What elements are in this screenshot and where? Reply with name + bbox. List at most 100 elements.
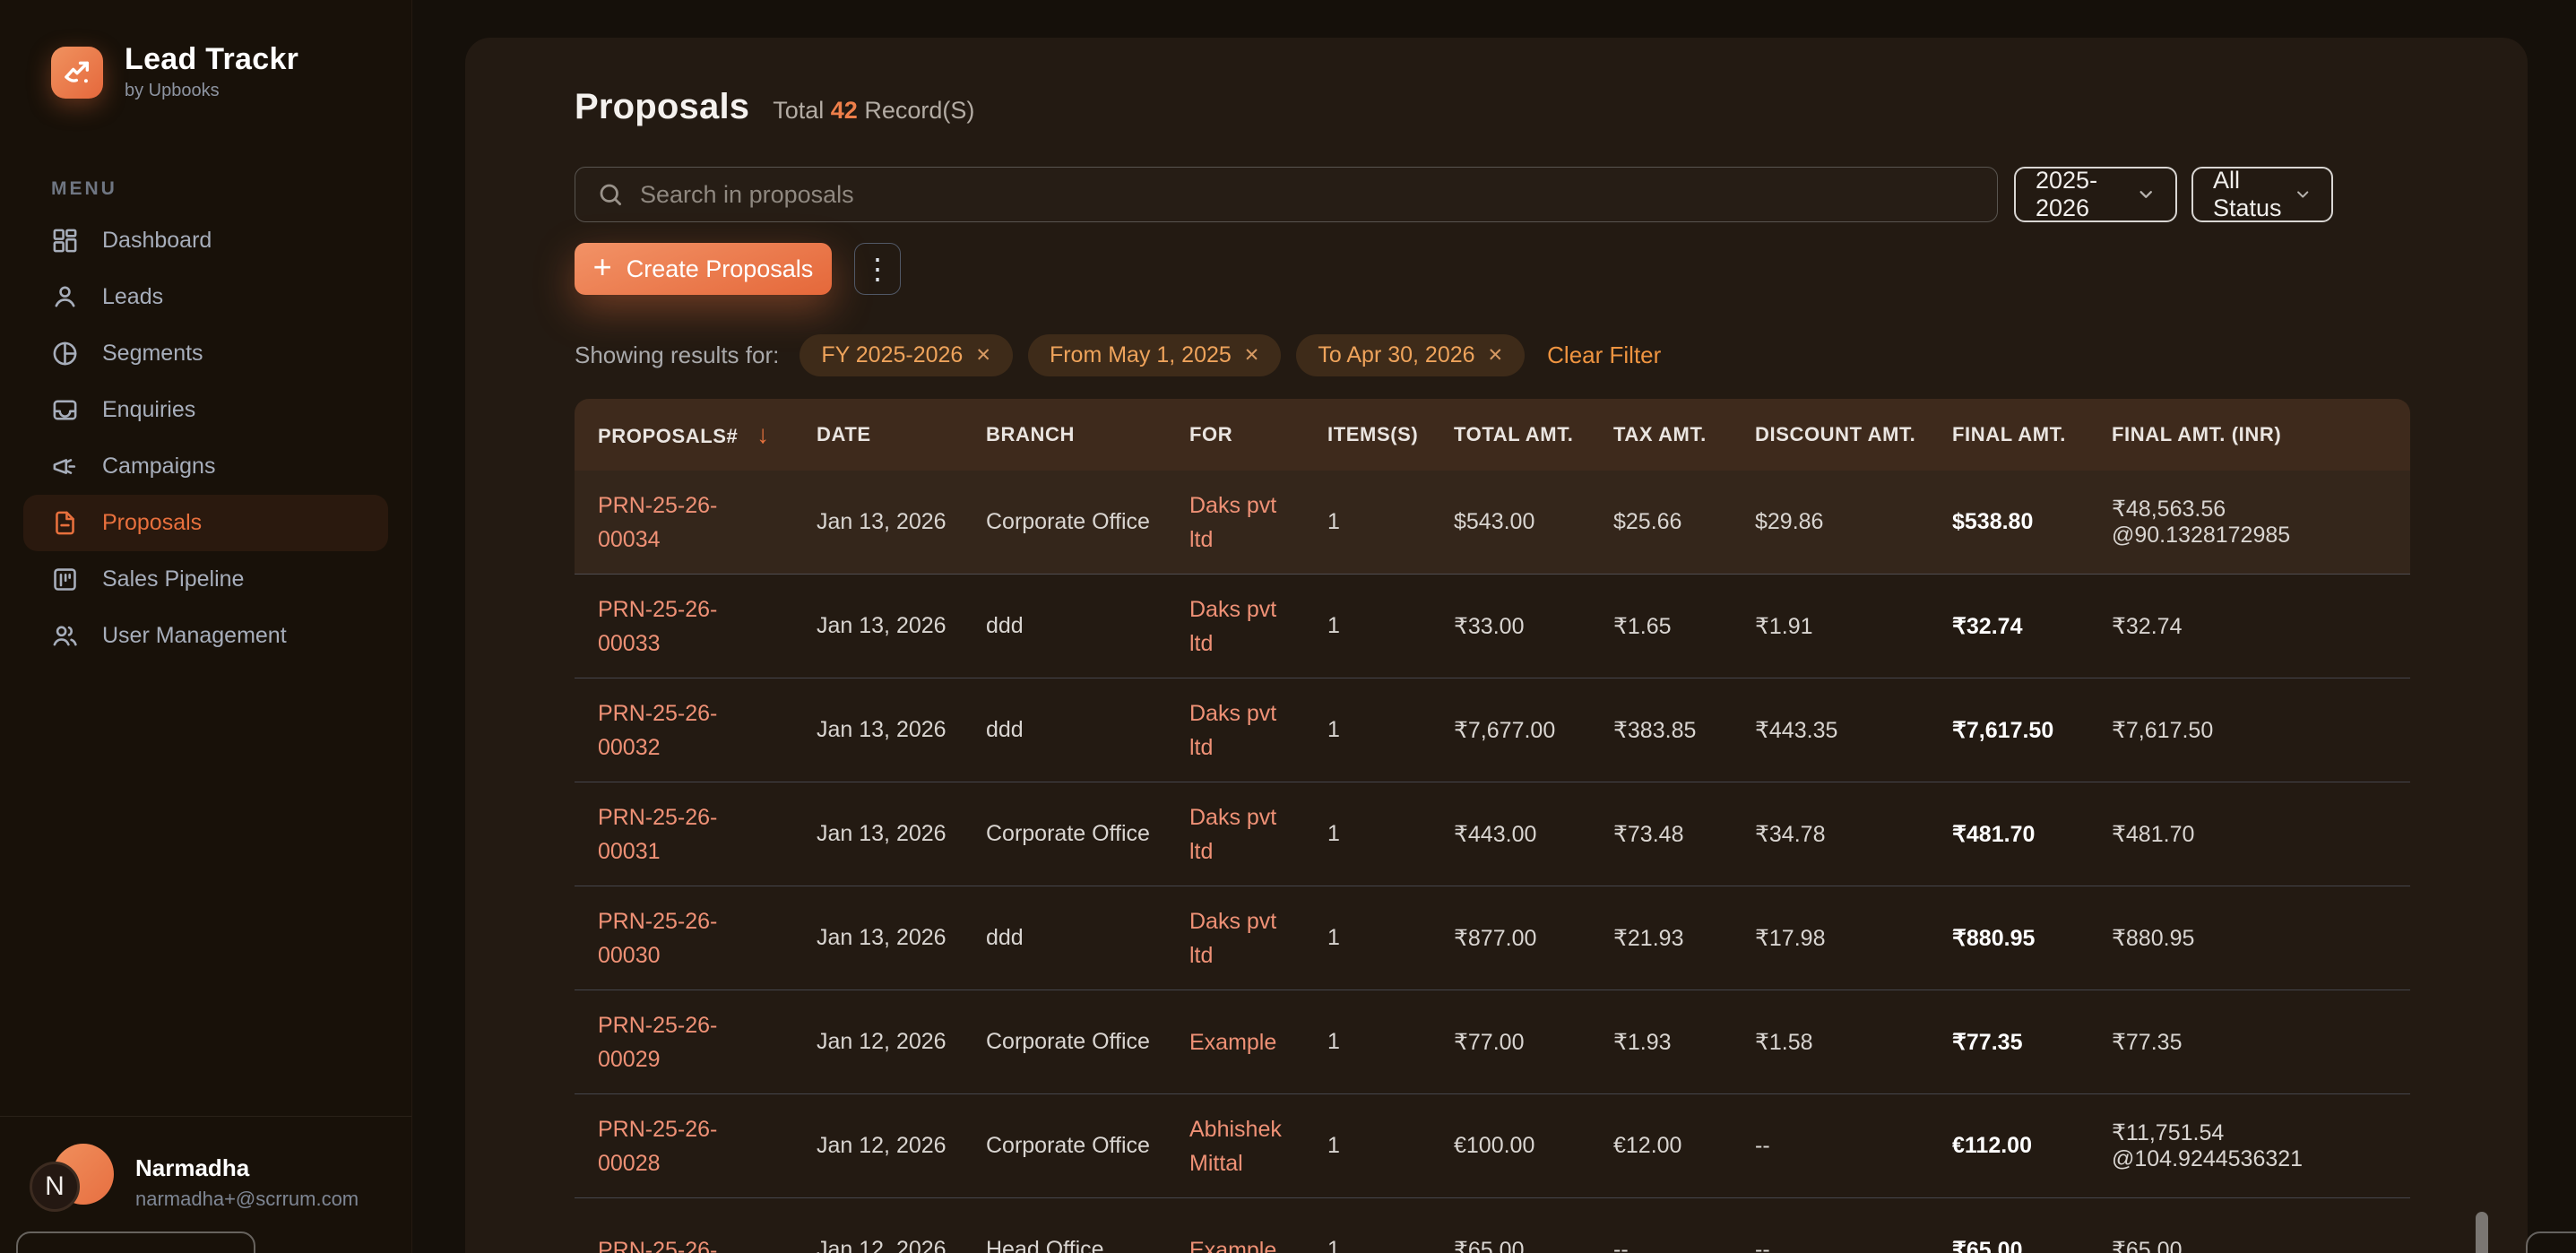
- cell-branch: ddd: [986, 886, 1189, 990]
- cell-final-amt: ₹32.74: [1952, 575, 2112, 678]
- sidebar-item-sales-pipeline[interactable]: Sales Pipeline: [23, 551, 388, 608]
- sidebar-item-segments[interactable]: Segments: [23, 325, 388, 382]
- cell-final-amt-inr: ₹11,751.54 @104.9244536321: [2112, 1094, 2410, 1198]
- sidebar-item-label: Enquiries: [102, 397, 195, 423]
- cell-branch: Head Office: [986, 1198, 1189, 1253]
- kanban-icon: [51, 566, 79, 593]
- cell-branch: Corporate Office: [986, 471, 1189, 575]
- proposal-for-link[interactable]: Abhishek Mittal: [1189, 1112, 1282, 1180]
- sidebar-item-campaigns[interactable]: Campaigns: [23, 438, 388, 495]
- cell-branch: ddd: [986, 575, 1189, 678]
- clear-filter-link[interactable]: Clear Filter: [1547, 341, 1661, 369]
- proposal-for-link[interactable]: Daks pvt ltd: [1189, 696, 1276, 765]
- kebab-menu-icon: ⋮: [863, 255, 892, 283]
- cell-date: Jan 12, 2026: [817, 1094, 986, 1198]
- column-header-proposals[interactable]: PROPOSALS# ↓: [575, 399, 817, 471]
- proposal-number-link[interactable]: PRN-25-26- 00033: [598, 592, 717, 661]
- fiscal-year-value: 2025-2026: [2036, 167, 2136, 222]
- status-value: All Status: [2213, 167, 2294, 222]
- table-row[interactable]: PRN-25-26- 00034 Jan 13, 2026 Corporate …: [575, 471, 2410, 575]
- document-icon: [51, 509, 79, 537]
- column-header-branch[interactable]: BRANCH: [986, 399, 1189, 471]
- cell-branch: Corporate Office: [986, 782, 1189, 886]
- dashboard-grid-icon: [51, 227, 79, 255]
- sidebar-item-dashboard[interactable]: Dashboard: [23, 212, 388, 269]
- brand-logo: [51, 47, 103, 99]
- cell-final-amt-inr: ₹77.35: [2112, 990, 2410, 1094]
- proposal-for-link[interactable]: Daks pvt ltd: [1189, 800, 1276, 868]
- proposal-for-link[interactable]: Example: [1189, 1025, 1276, 1059]
- actions-row: + Create Proposals ⋮: [575, 243, 2410, 295]
- column-header-final-amt-inr[interactable]: FINAL AMT. (INR): [2112, 399, 2410, 471]
- filter-chip-fiscal-year[interactable]: FY 2025-2026 ✕: [800, 334, 1013, 376]
- table-row[interactable]: PRN-25-26- 00031 Jan 13, 2026 Corporate …: [575, 782, 2410, 886]
- cell-items: 1: [1327, 1094, 1454, 1198]
- cell-items: 1: [1327, 990, 1454, 1094]
- sidebar-item-enquiries[interactable]: Enquiries: [23, 382, 388, 438]
- active-filters-row: Showing results for: FY 2025-2026 ✕ From…: [575, 334, 2410, 376]
- cell-date: Jan 13, 2026: [817, 782, 986, 886]
- filter-chip-from-date[interactable]: From May 1, 2025 ✕: [1028, 334, 1281, 376]
- chip-close-icon[interactable]: ✕: [975, 344, 991, 367]
- proposal-for-link[interactable]: Daks pvt ltd: [1189, 592, 1276, 661]
- cell-final-amt: ₹880.95: [1952, 886, 2112, 990]
- chip-close-icon[interactable]: ✕: [1488, 344, 1504, 367]
- sidebar-item-label: Campaigns: [102, 454, 215, 480]
- cell-branch: Corporate Office: [986, 990, 1189, 1094]
- column-header-date[interactable]: DATE: [817, 399, 986, 471]
- records-count: Total 42 Record(S): [773, 97, 974, 125]
- table-row[interactable]: PRN-25-26- 00033 Jan 13, 2026 ddd Daks p…: [575, 575, 2410, 678]
- cell-final-amt-inr: ₹7,617.50: [2112, 678, 2410, 782]
- table-row[interactable]: PRN-25-26- 00029 Jan 12, 2026 Corporate …: [575, 990, 2410, 1094]
- table-row[interactable]: PRN-25-26- Jan 12, 2026 Head Office Exam…: [575, 1198, 2410, 1253]
- proposal-number-link[interactable]: PRN-25-26-: [598, 1233, 717, 1253]
- cell-tax-amt: ₹73.48: [1613, 782, 1755, 886]
- status-dropdown[interactable]: All Status: [2191, 167, 2333, 222]
- chip-close-icon[interactable]: ✕: [1244, 344, 1260, 367]
- table-row[interactable]: PRN-25-26- 00030 Jan 13, 2026 ddd Daks p…: [575, 886, 2410, 990]
- cell-final-amt: ₹481.70: [1952, 782, 2112, 886]
- proposal-number-link[interactable]: PRN-25-26- 00031: [598, 800, 717, 868]
- sidebar-item-label: Leads: [102, 284, 163, 310]
- chevron-down-icon: [2294, 183, 2312, 206]
- sidebar-item-leads[interactable]: Leads: [23, 269, 388, 325]
- sidebar-item-label: Dashboard: [102, 228, 212, 254]
- sidebar-item-user-management[interactable]: User Management: [23, 608, 388, 664]
- proposal-for-link[interactable]: Daks pvt ltd: [1189, 488, 1276, 557]
- proposal-number-link[interactable]: PRN-25-26- 00034: [598, 488, 717, 557]
- sidebar-item-label: Proposals: [102, 510, 202, 536]
- trend-chart-icon: [62, 57, 92, 88]
- proposal-number-link[interactable]: PRN-25-26- 00030: [598, 904, 717, 972]
- brand-name: Lead Trackr: [125, 43, 298, 76]
- cell-items: 1: [1327, 678, 1454, 782]
- column-header-tax-amt[interactable]: TAX AMT.: [1613, 399, 1755, 471]
- table-row[interactable]: PRN-25-26- 00032 Jan 13, 2026 ddd Daks p…: [575, 678, 2410, 782]
- chevron-down-icon: [2136, 183, 2156, 206]
- proposal-number-link[interactable]: PRN-25-26- 00032: [598, 696, 717, 765]
- column-header-items[interactable]: ITEMS(S): [1327, 399, 1454, 471]
- fiscal-year-dropdown[interactable]: 2025-2026: [2014, 167, 2177, 222]
- sort-descending-icon[interactable]: ↓: [756, 420, 770, 448]
- search-input[interactable]: [640, 181, 1975, 209]
- proposal-number-link[interactable]: PRN-25-26- 00029: [598, 1008, 717, 1076]
- proposal-for-link[interactable]: Example: [1189, 1233, 1276, 1253]
- scrollbar[interactable]: [2476, 1212, 2488, 1253]
- cell-discount-amt: $29.86: [1755, 471, 1952, 575]
- cell-date: Jan 13, 2026: [817, 575, 986, 678]
- column-header-final-amt[interactable]: FINAL AMT.: [1952, 399, 2112, 471]
- cell-total-amt: ₹7,677.00: [1454, 678, 1613, 782]
- cell-date: Jan 12, 2026: [817, 1198, 986, 1253]
- column-header-total-amt[interactable]: TOTAL AMT.: [1454, 399, 1613, 471]
- column-header-discount-amt[interactable]: DISCOUNT AMT.: [1755, 399, 1952, 471]
- more-options-button[interactable]: ⋮: [854, 243, 901, 295]
- proposal-for-link[interactable]: Daks pvt ltd: [1189, 904, 1276, 972]
- cell-final-amt: €112.00: [1952, 1094, 2112, 1198]
- table-row[interactable]: PRN-25-26- 00028 Jan 12, 2026 Corporate …: [575, 1094, 2410, 1198]
- column-header-for[interactable]: FOR: [1189, 399, 1327, 471]
- filter-chip-to-date[interactable]: To Apr 30, 2026 ✕: [1296, 334, 1525, 376]
- cell-final-amt: ₹7,617.50: [1952, 678, 2112, 782]
- proposal-number-link[interactable]: PRN-25-26- 00028: [598, 1112, 717, 1180]
- sidebar-item-proposals[interactable]: Proposals: [23, 495, 388, 551]
- create-proposals-button[interactable]: + Create Proposals: [575, 243, 832, 295]
- user-name: Narmadha: [135, 1154, 359, 1182]
